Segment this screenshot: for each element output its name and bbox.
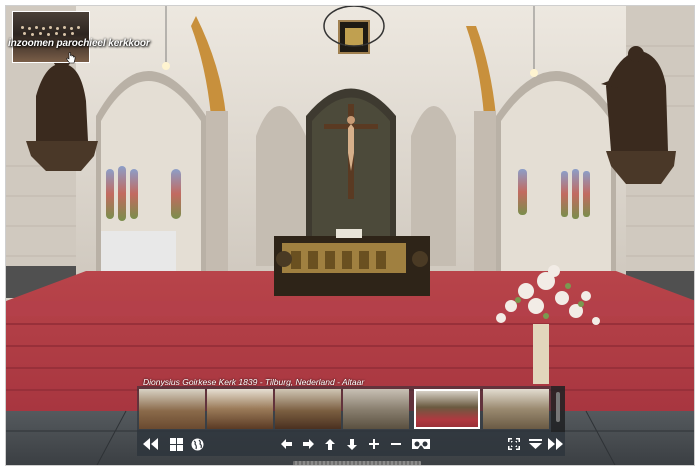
vr-mode-button[interactable]: [410, 436, 432, 452]
zoom-in-button[interactable]: [366, 436, 382, 452]
thumbnail-nave-view[interactable]: [139, 389, 205, 429]
viewer-toolbar: [137, 432, 565, 456]
thumbnails-toggle-button[interactable]: [168, 436, 184, 452]
thumbnail-altar-view[interactable]: [414, 389, 480, 429]
thumbnail-chancel-view[interactable]: [275, 389, 341, 429]
zoom-in-icon: [369, 439, 379, 449]
arrow-down-icon: [347, 438, 357, 450]
footer-bar: [293, 461, 421, 465]
arrow-left-icon: [280, 439, 292, 449]
thumbnail-scrollbar[interactable]: [551, 386, 565, 432]
map-button[interactable]: [189, 436, 205, 452]
panorama-viewer[interactable]: inzoomen parochieel kerkkoor Dionysius G…: [5, 5, 695, 466]
next-icon: [548, 438, 563, 450]
next-button[interactable]: [547, 436, 563, 452]
hide-controls-button[interactable]: [527, 436, 543, 452]
prev-button[interactable]: [143, 436, 159, 452]
pan-left-button[interactable]: [278, 436, 294, 452]
pan-down-button[interactable]: [344, 436, 360, 452]
hotspot-caption[interactable]: inzoomen parochieel kerkkoor: [8, 38, 150, 49]
hide-bar-icon: [528, 439, 542, 449]
thumbnail-pews-view[interactable]: [207, 389, 273, 429]
thumbnail-strip[interactable]: [137, 386, 565, 432]
thumbnail-side-aisle-view[interactable]: [343, 389, 409, 429]
prev-icon: [143, 438, 158, 450]
arrow-right-icon: [302, 439, 314, 449]
fullscreen-button[interactable]: [506, 436, 522, 452]
fullscreen-icon: [508, 438, 520, 450]
grid-icon: [169, 437, 183, 451]
scrollbar-thumb[interactable]: [556, 392, 560, 422]
pan-up-button[interactable]: [322, 436, 338, 452]
hand-cursor-icon: [66, 52, 76, 64]
thumbnail-choir-view[interactable]: [483, 389, 549, 429]
globe-icon: [191, 438, 203, 450]
hotspot-thumbnail[interactable]: [12, 11, 90, 63]
vr-headset-icon: [412, 439, 430, 449]
zoom-out-button[interactable]: [388, 436, 404, 452]
zoom-out-icon: [391, 443, 401, 445]
arrow-up-icon: [325, 438, 335, 450]
pan-right-button[interactable]: [300, 436, 316, 452]
